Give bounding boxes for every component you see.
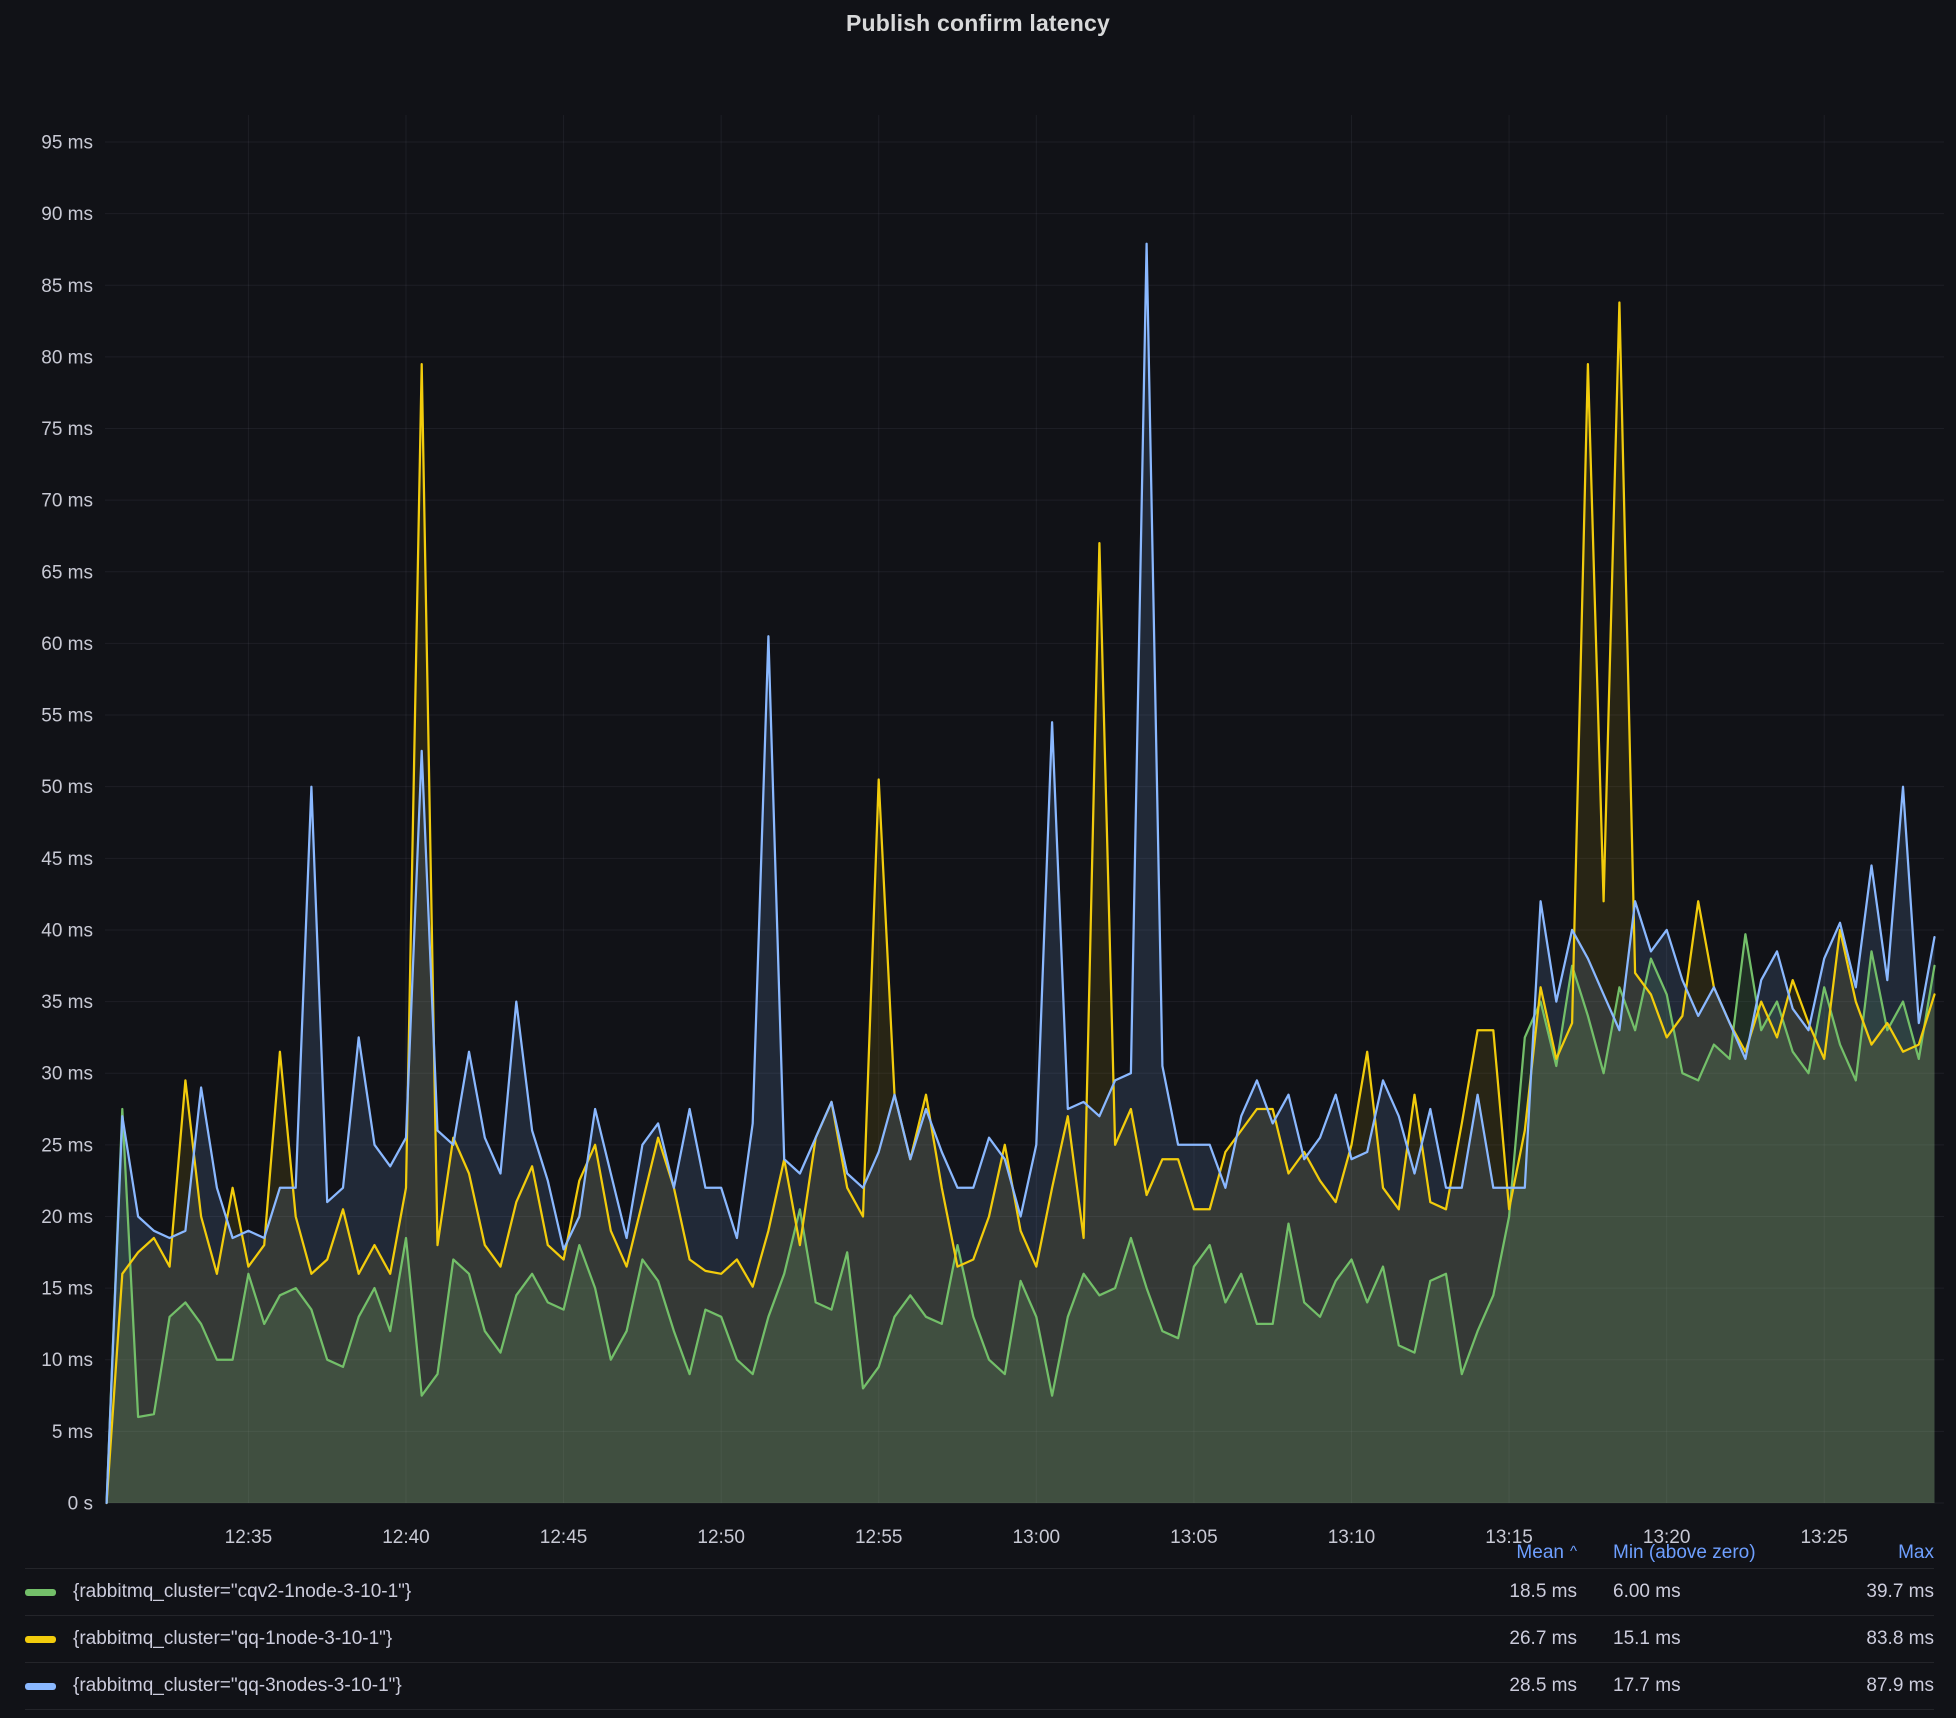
y-tick-label: 50 ms [41, 777, 93, 798]
sort-ascending-icon: ^ [1570, 1543, 1577, 1560]
y-tick-label: 0 s [68, 1494, 93, 1515]
max-header-label: Max [1898, 1542, 1934, 1563]
y-tick-label: 35 ms [41, 992, 93, 1013]
y-tick-label: 80 ms [41, 347, 93, 368]
series-toggle-cqv2-1node[interactable]: {rabbitmq_cluster="cqv2-1node-3-10-1"} [25, 1581, 1447, 1603]
legend-column-max[interactable]: Max [1802, 1542, 1934, 1564]
series-mean-value: 26.7 ms [1447, 1628, 1577, 1650]
y-tick-label: 85 ms [41, 276, 93, 297]
y-tick-label: 60 ms [41, 634, 93, 655]
legend-rows: {rabbitmq_cluster="cqv2-1node-3-10-1"} 1… [25, 1568, 1934, 1710]
mean-header-label: Mean [1516, 1542, 1564, 1563]
y-tick-label: 40 ms [41, 920, 93, 941]
series-label: {rabbitmq_cluster="qq-1node-3-10-1"} [73, 1628, 392, 1650]
series-fills [107, 244, 1935, 1503]
y-tick-label: 95 ms [41, 133, 93, 154]
y-tick-label: 70 ms [41, 491, 93, 512]
legend-row-qq-1node: {rabbitmq_cluster="qq-1node-3-10-1"} 26.… [25, 1615, 1934, 1662]
y-tick-label: 90 ms [41, 204, 93, 225]
series-min-value: 17.7 ms [1577, 1675, 1802, 1697]
series-label: {rabbitmq_cluster="cqv2-1node-3-10-1"} [73, 1581, 411, 1603]
series-min-value: 6.00 ms [1577, 1581, 1802, 1603]
series-min-value: 15.1 ms [1577, 1628, 1802, 1650]
y-tick-label: 45 ms [41, 849, 93, 870]
legend: Mean ^ Min (above zero) Max {rabbitmq_clu… [0, 1538, 1956, 1710]
series-max-value: 83.8 ms [1802, 1628, 1934, 1650]
y-tick-label: 65 ms [41, 562, 93, 583]
series-fill-2 [107, 244, 1935, 1503]
legend-header: Mean ^ Min (above zero) Max [25, 1538, 1934, 1568]
series-mean-value: 28.5 ms [1447, 1675, 1577, 1697]
y-tick-label: 75 ms [41, 419, 93, 440]
series-toggle-qq-1node[interactable]: {rabbitmq_cluster="qq-1node-3-10-1"} [25, 1628, 1447, 1650]
legend-row-qq-3nodes: {rabbitmq_cluster="qq-3nodes-3-10-1"} 28… [25, 1662, 1934, 1709]
series-max-value: 39.7 ms [1802, 1581, 1934, 1603]
series-mean-value: 18.5 ms [1447, 1581, 1577, 1603]
y-tick-label: 15 ms [41, 1279, 93, 1300]
y-tick-label: 55 ms [41, 706, 93, 727]
grafana-panel: Publish confirm latency 0 s5 ms10 ms15 m… [0, 0, 1956, 1718]
min-header-label: Min (above zero) [1613, 1542, 1756, 1563]
legend-row-cqv2-1node: {rabbitmq_cluster="cqv2-1node-3-10-1"} 1… [25, 1568, 1934, 1615]
series-toggle-qq-3nodes[interactable]: {rabbitmq_cluster="qq-3nodes-3-10-1"} [25, 1675, 1447, 1697]
series-color-swatch[interactable] [25, 1589, 56, 1596]
latency-chart[interactable]: 0 s 5 ms 10 ms 15 ms 20 ms 25 ms 30 ms 35 ms 40 … [0, 0, 1956, 1556]
series-color-swatch[interactable] [25, 1636, 56, 1643]
y-tick-label: 5 ms [52, 1422, 93, 1443]
series-max-value: 87.9 ms [1802, 1675, 1934, 1697]
y-tick-label: 20 ms [41, 1207, 93, 1228]
series-label: {rabbitmq_cluster="qq-3nodes-3-10-1"} [73, 1675, 402, 1697]
y-tick-label: 30 ms [41, 1064, 93, 1085]
series-color-swatch[interactable] [25, 1683, 56, 1690]
legend-column-min[interactable]: Min (above zero) [1577, 1542, 1802, 1564]
y-tick-label: 10 ms [41, 1350, 93, 1371]
y-tick-label: 25 ms [41, 1135, 93, 1156]
legend-column-mean[interactable]: Mean ^ [1447, 1542, 1577, 1564]
